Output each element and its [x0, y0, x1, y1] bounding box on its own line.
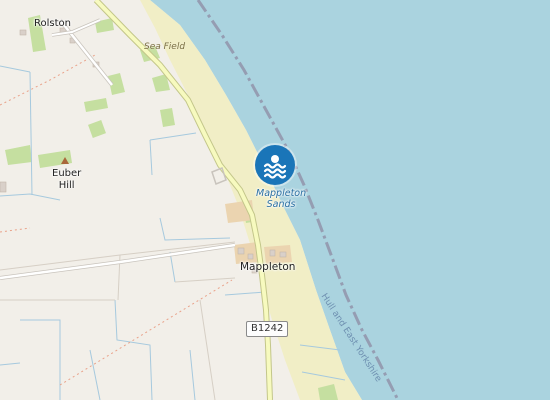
- place-label-euber-hill: Euber Hill: [52, 168, 82, 191]
- poi-label-mappleton-sands: Mappleton Sands: [256, 188, 307, 210]
- place-label-rolston: Rolston: [34, 18, 71, 29]
- swimmer-glyph: [263, 155, 287, 179]
- beach-swimmer-icon[interactable]: [255, 145, 295, 185]
- road-shield-b1242: B1242: [246, 321, 289, 337]
- map-view[interactable]: Rolston Euber Hill Mappleton Sea Field M…: [0, 0, 550, 400]
- place-label-mappleton: Mappleton: [240, 261, 296, 273]
- peak-icon: [61, 157, 69, 164]
- feature-label-sea-field: Sea Field: [144, 42, 186, 52]
